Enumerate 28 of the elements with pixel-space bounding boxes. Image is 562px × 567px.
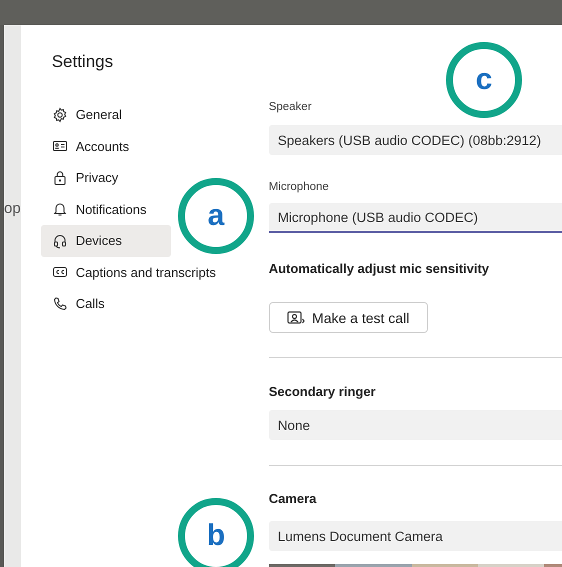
speaker-dropdown[interactable]: Speakers (USB audio CODEC) (08bb:2912) <box>268 125 562 155</box>
dialog-title: Settings <box>52 52 114 72</box>
speaker-label: Speaker <box>268 100 313 115</box>
nav-item[interactable]: Devices <box>40 225 171 256</box>
nav-item[interactable]: Accounts <box>40 130 171 162</box>
bell-icon <box>52 201 68 218</box>
nav-item[interactable]: Captions and transcripts <box>40 256 220 288</box>
phone-icon <box>52 296 68 312</box>
annotation-marker: b <box>178 498 254 567</box>
headset-icon <box>52 232 68 249</box>
background-text: op <box>4 200 21 217</box>
section-heading: Camera <box>268 491 318 507</box>
person-screen-icon <box>287 310 306 326</box>
nav-item[interactable]: General <box>40 99 171 130</box>
section-heading: Automatically adjust mic sensitivity <box>268 261 490 277</box>
annotation-marker: a <box>178 178 254 254</box>
nav-item[interactable]: Calls <box>40 288 171 320</box>
test-call-button[interactable]: Make a test call <box>268 302 428 333</box>
microphone-dropdown[interactable]: Microphone (USB audio CODEC) <box>268 203 562 233</box>
nav-item[interactable]: Privacy <box>40 162 171 194</box>
ringer-dropdown[interactable]: None <box>268 410 562 440</box>
annotation-marker: c <box>446 42 522 118</box>
camera-dropdown[interactable]: Lumens Document Camera <box>268 521 562 551</box>
lock-icon <box>52 170 68 186</box>
section-heading: Secondary ringer <box>268 384 377 400</box>
nav-item[interactable]: Notifications <box>40 194 171 225</box>
microphone-label: Microphone <box>268 180 330 195</box>
gear-icon <box>52 106 68 123</box>
